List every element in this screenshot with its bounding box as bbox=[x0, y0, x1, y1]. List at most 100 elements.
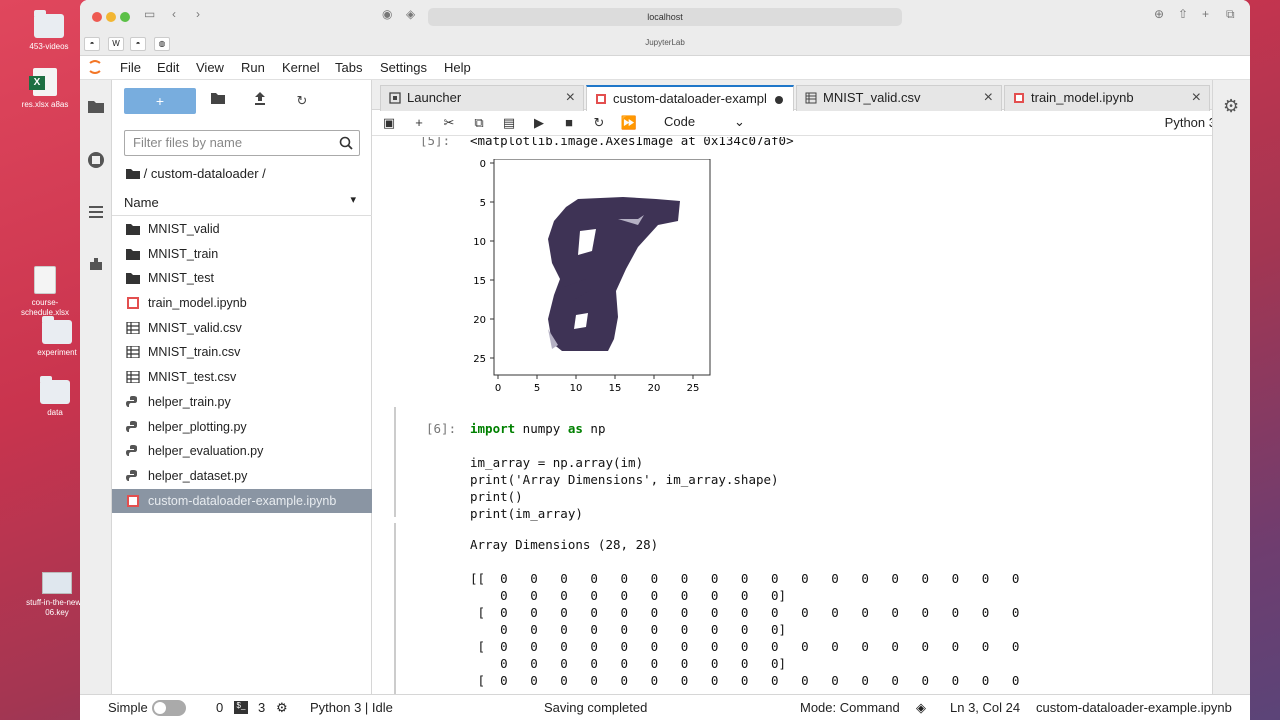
file-row[interactable]: train_model.ipynb bbox=[112, 291, 372, 316]
new-tab-icon[interactable]: + bbox=[1202, 7, 1209, 21]
kernel-status[interactable]: Python 3 | Idle bbox=[310, 700, 393, 715]
shield-icon[interactable]: ◈ bbox=[406, 7, 415, 21]
close-window-button[interactable] bbox=[92, 12, 102, 22]
file-browser: + ↻ Filter files by name / custom-datalo… bbox=[112, 80, 372, 694]
cut-icon[interactable]: ✂ bbox=[440, 114, 458, 132]
desktop-item-course-schedule[interactable]: course-schedule.xlsx bbox=[10, 266, 80, 318]
zoom-window-button[interactable] bbox=[120, 12, 130, 22]
property-inspector-icon[interactable]: ⚙ bbox=[1223, 96, 1239, 117]
file-row[interactable]: helper_train.py bbox=[112, 390, 372, 415]
file-row[interactable]: MNIST_train.csv bbox=[112, 340, 372, 365]
python-icon bbox=[126, 445, 137, 457]
run-icon[interactable]: ▶ bbox=[530, 114, 548, 132]
desktop-item-res-xlsx[interactable]: X res.xlsx a8as bbox=[10, 68, 80, 110]
file-row[interactable]: MNIST_train bbox=[112, 242, 372, 267]
mode-status[interactable]: Mode: Command bbox=[800, 700, 900, 715]
extension-icon[interactable]: ◉ bbox=[382, 7, 392, 21]
new-folder-button[interactable] bbox=[204, 90, 232, 112]
output-dims: Array Dimensions (28, 28) bbox=[470, 537, 659, 552]
kernel-count[interactable]: 3 bbox=[258, 700, 265, 715]
tab-mnist-valid-csv[interactable]: MNIST_valid.csv × bbox=[796, 85, 1002, 111]
menu-settings[interactable]: Settings bbox=[380, 60, 427, 75]
extension-manager-icon[interactable] bbox=[86, 254, 106, 274]
cursor-position[interactable]: Ln 3, Col 24 bbox=[950, 700, 1020, 715]
file-row[interactable]: custom-dataloader-example.ipynb bbox=[112, 488, 372, 514]
copy-icon[interactable]: ⧉ bbox=[470, 114, 488, 132]
python-icon bbox=[126, 420, 137, 432]
filter-files-input[interactable]: Filter files by name bbox=[124, 130, 360, 156]
file-row[interactable]: helper_dataset.py bbox=[112, 464, 372, 489]
save-icon[interactable]: ▣ bbox=[380, 114, 398, 132]
download-icon[interactable]: ⊕ bbox=[1154, 7, 1164, 21]
menu-kernel[interactable]: Kernel bbox=[282, 60, 320, 75]
sort-caret-icon[interactable]: ▾ bbox=[350, 193, 356, 206]
table-of-contents-icon[interactable] bbox=[86, 202, 106, 222]
csv-icon bbox=[126, 321, 140, 334]
sidebar-icon[interactable]: ▭ bbox=[144, 7, 155, 21]
share-icon[interactable]: ⇧ bbox=[1178, 7, 1188, 21]
file-list-header[interactable]: Name ▾ bbox=[112, 190, 372, 216]
close-tab-icon[interactable]: × bbox=[1192, 86, 1201, 110]
file-row[interactable]: helper_evaluation.py bbox=[112, 439, 372, 464]
active-tab-title[interactable]: JupyterLab bbox=[80, 38, 1250, 47]
file-row[interactable]: helper_plotting.py bbox=[112, 415, 372, 440]
terminal-count[interactable]: 0 bbox=[216, 700, 223, 715]
insert-cell-icon[interactable]: + bbox=[410, 114, 428, 132]
menu-run[interactable]: Run bbox=[241, 60, 265, 75]
menu-tabs[interactable]: Tabs bbox=[335, 60, 362, 75]
paste-icon[interactable]: ▤ bbox=[500, 114, 518, 132]
menu-view[interactable]: View bbox=[196, 60, 224, 75]
keynote-icon bbox=[42, 572, 72, 594]
url-bar[interactable]: localhost bbox=[428, 8, 902, 26]
code-line-4[interactable]: print('Array Dimensions', im_array.shape… bbox=[470, 472, 779, 487]
upload-button[interactable] bbox=[246, 90, 274, 112]
running-sessions-icon[interactable] bbox=[86, 150, 106, 170]
new-launcher-button[interactable]: + bbox=[124, 88, 196, 114]
file-name: MNIST_valid.csv bbox=[148, 320, 242, 335]
tab-launcher[interactable]: Launcher × bbox=[380, 85, 584, 111]
folder-icon bbox=[126, 273, 140, 285]
output-text: <matplotlib.image.AxesImage at 0x134c07a… bbox=[470, 137, 794, 148]
tabs-overview-icon[interactable]: ⧉ bbox=[1226, 7, 1235, 22]
input-prompt: [6]: bbox=[426, 421, 457, 436]
terminal-icon[interactable]: $_ bbox=[234, 701, 248, 714]
menu-file[interactable]: File bbox=[120, 60, 141, 75]
code-line-5[interactable]: print() bbox=[470, 489, 523, 504]
menu-edit[interactable]: Edit bbox=[157, 60, 179, 75]
shield-icon[interactable]: ◈ bbox=[916, 700, 926, 716]
breadcrumb-path[interactable]: / custom-dataloader / bbox=[144, 166, 266, 181]
file-browser-icon[interactable] bbox=[86, 96, 106, 116]
file-row[interactable]: MNIST_valid bbox=[112, 217, 372, 242]
kernel-name[interactable]: Python 3 bbox=[1165, 115, 1216, 130]
unsaved-dot-icon[interactable] bbox=[775, 96, 783, 104]
code-line-3[interactable]: im_array = np.array(im) bbox=[470, 455, 643, 470]
cell-type-select[interactable]: Code ⌄ bbox=[664, 114, 754, 129]
output-collapser[interactable] bbox=[394, 523, 396, 694]
file-row[interactable]: MNIST_test.csv bbox=[112, 365, 372, 390]
folder-icon[interactable] bbox=[126, 168, 140, 179]
csv-icon bbox=[126, 346, 140, 359]
file-row[interactable]: MNIST_test bbox=[112, 266, 372, 291]
python-icon bbox=[126, 469, 137, 481]
back-icon[interactable]: ‹ bbox=[172, 7, 176, 21]
tab-train-model[interactable]: train_model.ipynb × bbox=[1004, 85, 1210, 111]
close-tab-icon[interactable]: × bbox=[566, 86, 575, 110]
file-list: MNIST_valid MNIST_train MNIST_test train_mo… bbox=[112, 217, 372, 514]
code-line-1[interactable]: import numpy as np bbox=[470, 421, 605, 436]
simple-mode-toggle[interactable] bbox=[152, 700, 186, 716]
file-row[interactable]: MNIST_valid.csv bbox=[112, 316, 372, 341]
menu-help[interactable]: Help bbox=[444, 60, 471, 75]
minimize-window-button[interactable] bbox=[106, 12, 116, 22]
name-column-header[interactable]: Name bbox=[124, 195, 159, 210]
restart-run-all-icon[interactable]: ⏩ bbox=[620, 114, 638, 132]
stop-icon[interactable]: ■ bbox=[560, 114, 578, 132]
code-line-6[interactable]: print(im_array) bbox=[470, 506, 583, 521]
refresh-button[interactable]: ↻ bbox=[288, 90, 316, 112]
tab-custom-dataloader[interactable]: custom-dataloader-exampl bbox=[586, 85, 794, 111]
kernel-gear-icon[interactable]: ⚙ bbox=[276, 700, 288, 716]
forward-icon[interactable]: › bbox=[196, 7, 200, 21]
close-tab-icon[interactable]: × bbox=[984, 86, 993, 110]
mnist-image-plot: 0 5 10 15 20 25 0 5 10 15 20 25 bbox=[473, 159, 711, 394]
desktop-item-453-videos[interactable]: 453-videos bbox=[14, 10, 84, 52]
restart-icon[interactable]: ↻ bbox=[590, 114, 608, 132]
